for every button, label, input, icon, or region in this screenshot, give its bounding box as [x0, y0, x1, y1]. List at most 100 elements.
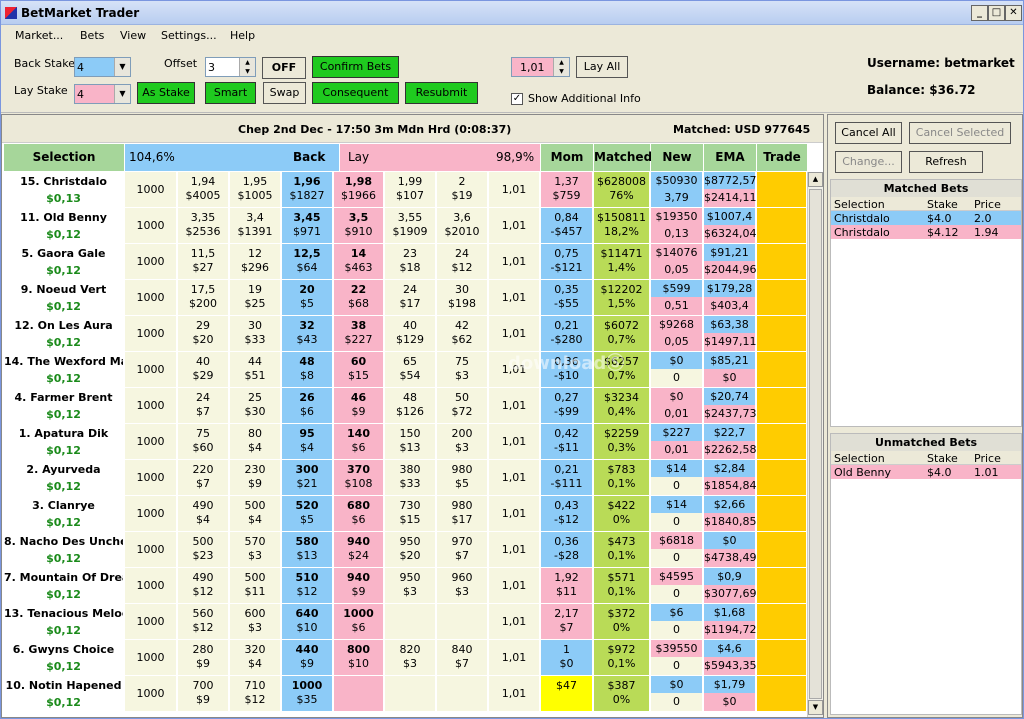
price-cell-l3[interactable]: 42 $62 [437, 316, 488, 351]
table-row[interactable]: 2. Ayurveda $0,12 1000 220 $7 230 $9 300 … [2, 460, 807, 496]
price-cell-b3[interactable]: 490 $12 [178, 568, 229, 603]
table-row[interactable]: 9. Noeud Vert $0,12 1000 17,5 $200 19 $25… [2, 280, 807, 316]
price-cell-b2[interactable]: 600 $3 [230, 604, 281, 639]
table-row[interactable]: 3. Clanrye $0,12 1000 490 $4 500 $4 520 $… [2, 496, 807, 532]
price-cell-b2[interactable]: 500 $4 [230, 496, 281, 531]
cell-stake[interactable]: 1000 [125, 352, 177, 387]
cell-price[interactable]: 1,01 [489, 568, 540, 603]
price-cell-b1[interactable]: 48 $8 [282, 352, 333, 387]
trade-cell[interactable] [757, 208, 807, 243]
trade-cell[interactable] [757, 352, 807, 387]
cell-stake[interactable]: 1000 [125, 568, 177, 603]
price-cell-l1[interactable]: 800 $10 [334, 640, 384, 675]
table-row[interactable]: 12. On Les Aura $0,12 1000 29 $20 30 $33 … [2, 316, 807, 352]
spin-arrows-icon[interactable]: ▲ ▼ [239, 58, 255, 76]
table-row[interactable]: 6. Gwyns Choice $0,12 1000 280 $9 320 $4 … [2, 640, 807, 676]
trade-cell[interactable] [757, 244, 807, 279]
price-cell-b3[interactable]: 40 $29 [178, 352, 229, 387]
consequent-button[interactable]: Consequent [312, 82, 399, 104]
cell-price[interactable]: 1,01 [489, 532, 540, 567]
price-cell-b1[interactable]: 32 $43 [282, 316, 333, 351]
price-cell-b1[interactable]: 1000 $35 [282, 676, 333, 711]
price-cell-l2[interactable]: 1,99 $107 [385, 172, 436, 207]
bet-row[interactable]: Christdalo $4.12 1.94 [831, 225, 1021, 239]
price-cell-b3[interactable]: 490 $4 [178, 496, 229, 531]
runner-selection[interactable]: 8. Nacho Des Unche $0,12 [4, 532, 124, 567]
cell-stake[interactable]: 1000 [125, 496, 177, 531]
runner-selection[interactable]: 1. Apatura Dik $0,12 [4, 424, 124, 459]
price-cell-b3[interactable]: 29 $20 [178, 316, 229, 351]
runner-selection[interactable]: 10. Notin Hapened $0,12 [4, 676, 124, 711]
price-cell-l3[interactable]: 200 $3 [437, 424, 488, 459]
lay-all-button[interactable]: Lay All [576, 56, 628, 78]
smart-button[interactable]: Smart [205, 82, 256, 104]
price-cell-l3[interactable] [437, 676, 488, 711]
price-cell-l1[interactable]: 3,5 $910 [334, 208, 384, 243]
spin-arrows-icon[interactable]: ▲ ▼ [553, 58, 569, 76]
price-cell-b3[interactable]: 1,94 $4005 [178, 172, 229, 207]
cell-price[interactable]: 1,01 [489, 352, 540, 387]
price-cell-l3[interactable] [437, 604, 488, 639]
price-cell-b2[interactable]: 570 $3 [230, 532, 281, 567]
cell-price[interactable]: 1,01 [489, 604, 540, 639]
cell-price[interactable]: 1,01 [489, 172, 540, 207]
price-cell-b3[interactable]: 75 $60 [178, 424, 229, 459]
table-row[interactable]: 4. Farmer Brent $0,12 1000 24 $7 25 $30 2… [2, 388, 807, 424]
menu-bets[interactable]: Bets [80, 29, 104, 42]
price-cell-b3[interactable]: 280 $9 [178, 640, 229, 675]
cell-stake[interactable]: 1000 [125, 460, 177, 495]
price-cell-l2[interactable]: 730 $15 [385, 496, 436, 531]
price-cell-b2[interactable]: 710 $12 [230, 676, 281, 711]
lay-price-stepper[interactable]: 1,01 ▲ ▼ [511, 57, 570, 77]
cell-price[interactable]: 1,01 [489, 676, 540, 711]
price-cell-b3[interactable]: 24 $7 [178, 388, 229, 423]
price-cell-l2[interactable] [385, 676, 436, 711]
price-cell-b1[interactable]: 1,96 $1827 [282, 172, 333, 207]
price-cell-b1[interactable]: 95 $4 [282, 424, 333, 459]
price-cell-l3[interactable]: 2 $19 [437, 172, 488, 207]
runner-selection[interactable]: 5. Gaora Gale $0,12 [4, 244, 124, 279]
table-row[interactable]: 11. Old Benny $0,12 1000 3,35 $2536 3,4 $… [2, 208, 807, 244]
price-cell-l2[interactable]: 48 $126 [385, 388, 436, 423]
price-cell-l1[interactable]: 60 $15 [334, 352, 384, 387]
swap-button[interactable]: Swap [263, 82, 306, 104]
trade-cell[interactable] [757, 388, 807, 423]
scroll-thumb[interactable] [809, 189, 822, 699]
price-cell-l1[interactable]: 14 $463 [334, 244, 384, 279]
trade-cell[interactable] [757, 568, 807, 603]
price-cell-b2[interactable]: 500 $11 [230, 568, 281, 603]
change-button[interactable]: Change... [835, 151, 902, 173]
price-cell-b3[interactable]: 11,5 $27 [178, 244, 229, 279]
price-cell-l2[interactable]: 23 $18 [385, 244, 436, 279]
price-cell-b1[interactable]: 26 $6 [282, 388, 333, 423]
runner-selection[interactable]: 4. Farmer Brent $0,12 [4, 388, 124, 423]
cell-stake[interactable]: 1000 [125, 676, 177, 711]
runner-selection[interactable]: 6. Gwyns Choice $0,12 [4, 640, 124, 675]
price-cell-b3[interactable]: 560 $12 [178, 604, 229, 639]
cell-stake[interactable]: 1000 [125, 244, 177, 279]
grid-scrollbar[interactable]: ▲ ▼ [807, 172, 823, 717]
table-row[interactable]: 8. Nacho Des Unche $0,12 1000 500 $23 570… [2, 532, 807, 568]
price-cell-b1[interactable]: 3,45 $971 [282, 208, 333, 243]
as-stake-button[interactable]: As Stake [137, 82, 195, 104]
price-cell-l3[interactable]: 970 $7 [437, 532, 488, 567]
price-cell-l2[interactable]: 40 $129 [385, 316, 436, 351]
cell-stake[interactable]: 1000 [125, 316, 177, 351]
table-row[interactable]: 1. Apatura Dik $0,12 1000 75 $60 80 $4 95… [2, 424, 807, 460]
cell-stake[interactable]: 1000 [125, 424, 177, 459]
trade-cell[interactable] [757, 172, 807, 207]
runner-selection[interactable]: 2. Ayurveda $0,12 [4, 460, 124, 495]
price-cell-b3[interactable]: 500 $23 [178, 532, 229, 567]
cell-stake[interactable]: 1000 [125, 604, 177, 639]
price-cell-b2[interactable]: 230 $9 [230, 460, 281, 495]
price-cell-l2[interactable]: 820 $3 [385, 640, 436, 675]
maximize-icon[interactable]: □ [988, 5, 1005, 21]
cell-price[interactable]: 1,01 [489, 424, 540, 459]
price-cell-b1[interactable]: 300 $21 [282, 460, 333, 495]
price-cell-b1[interactable]: 510 $12 [282, 568, 333, 603]
runner-selection[interactable]: 15. Christdalo $0,13 [4, 172, 124, 207]
price-cell-l3[interactable]: 980 $5 [437, 460, 488, 495]
price-cell-b1[interactable]: 20 $5 [282, 280, 333, 315]
cell-price[interactable]: 1,01 [489, 244, 540, 279]
cell-price[interactable]: 1,01 [489, 640, 540, 675]
